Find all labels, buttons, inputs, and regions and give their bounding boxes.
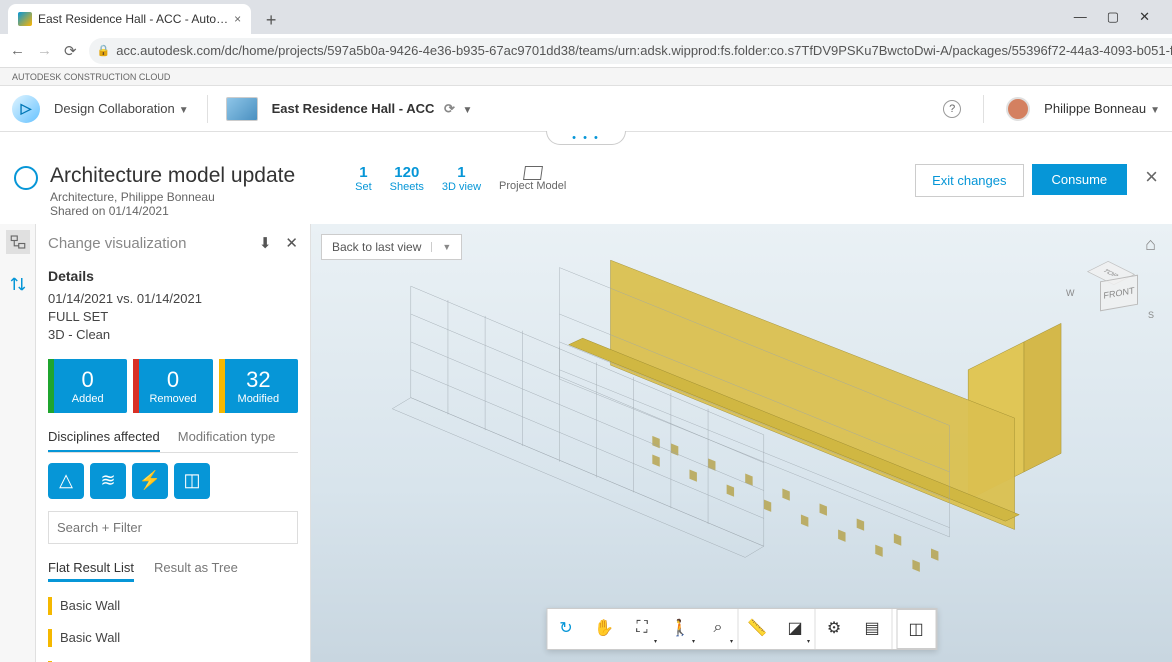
status-circle-icon	[14, 166, 38, 190]
refresh-icon[interactable]: ⟳	[444, 101, 455, 116]
tab-title: East Residence Hall - ACC - Auto…	[38, 12, 228, 26]
browser-tab-strip: East Residence Hall - ACC - Auto… × + — …	[0, 0, 1172, 34]
discipline-icons: △ ≋ ⚡ ◫	[48, 463, 298, 499]
camera-tool-icon[interactable]: ⌕▾	[699, 609, 737, 647]
details-dates: 01/14/2021 vs. 01/14/2021	[48, 290, 298, 308]
viewer-canvas[interactable]: Back to last view ▼ ⌂ TOP FRONT W S	[311, 224, 1172, 662]
close-window-icon[interactable]: ✕	[1139, 9, 1150, 25]
change-panel: Change visualization ⬇ ✕ Details 01/14/2…	[36, 224, 311, 662]
exit-changes-button[interactable]: Exit changes	[915, 164, 1023, 197]
left-rail	[0, 224, 36, 662]
browser-tab[interactable]: East Residence Hall - ACC - Auto… ×	[8, 4, 251, 34]
tool-icon: ▷	[12, 95, 40, 123]
section-tool-icon[interactable]: ◪▾	[776, 609, 814, 647]
removed-card[interactable]: 0 Removed	[133, 359, 212, 413]
autodesk-strip: AUTODESK CONSTRUCTION CLOUD	[0, 68, 1172, 86]
expand-handle[interactable]: • • •	[546, 131, 626, 145]
details-heading: Details	[48, 268, 298, 284]
minimize-icon[interactable]: —	[1074, 9, 1087, 25]
search-filter-input[interactable]	[48, 511, 298, 544]
discipline-arch-icon[interactable]: △	[48, 463, 84, 499]
project-dropdown[interactable]: East Residence Hall - ACC ⟳ ▼	[272, 101, 473, 117]
tab-close-icon[interactable]: ×	[234, 12, 241, 26]
context-bar: ▷ Design Collaboration▼ East Residence H…	[0, 86, 1172, 132]
details-set: FULL SET	[48, 308, 298, 326]
title-subtitle-2: Shared on 01/14/2021	[50, 204, 295, 218]
window-controls: — ▢ ✕	[1060, 9, 1164, 25]
divider	[207, 95, 208, 123]
chevron-down-icon: ▼	[1150, 105, 1160, 116]
subtab-flat[interactable]: Flat Result List	[48, 556, 134, 582]
panel-title: Change visualization	[48, 235, 186, 252]
new-tab-button[interactable]: +	[257, 6, 285, 34]
page-title: Architecture model update	[50, 164, 295, 188]
building-model	[361, 249, 1148, 602]
reload-icon[interactable]: ⟳	[64, 42, 77, 60]
subtab-tree[interactable]: Result as Tree	[154, 556, 238, 582]
main-content: Change visualization ⬇ ✕ Details 01/14/2…	[0, 224, 1172, 662]
back-icon[interactable]: ←	[10, 42, 25, 59]
tab-disciplines[interactable]: Disciplines affected	[48, 423, 160, 452]
result-item[interactable]: Basic Wall	[48, 654, 298, 662]
panel-tabs: Disciplines affected Modification type	[48, 423, 298, 453]
project-thumbnail	[226, 97, 258, 121]
modified-stripe-icon	[48, 629, 52, 647]
stat-set[interactable]: 1 Set	[355, 164, 372, 193]
url-text: acc.autodesk.com/dc/home/projects/597a5b…	[116, 43, 1172, 58]
fit-tool-icon[interactable]: ⛶▾	[623, 609, 661, 647]
panel-header: Change visualization ⬇ ✕	[36, 224, 310, 262]
chevron-down-icon: ▼	[179, 105, 189, 116]
models-tool-icon[interactable]: ▤	[853, 609, 891, 647]
title-bar: Architecture model update Architecture, …	[0, 152, 1172, 224]
walk-tool-icon[interactable]: 🚶▾	[661, 609, 699, 647]
maximize-icon[interactable]: ▢	[1107, 9, 1119, 25]
discipline-other-icon[interactable]: ◫	[174, 463, 210, 499]
settings-tool-icon[interactable]: ⚙	[815, 609, 853, 647]
consume-button[interactable]: Consume	[1032, 164, 1128, 195]
discipline-elec-icon[interactable]: ⚡	[132, 463, 168, 499]
close-icon[interactable]: ✕	[285, 234, 298, 252]
modified-card[interactable]: 32 Modified	[219, 359, 298, 413]
changes-tool-icon[interactable]	[6, 230, 30, 254]
result-item[interactable]: Basic Wall	[48, 622, 298, 654]
results-list: Basic WallBasic WallBasic WallBasic Wall…	[48, 590, 298, 662]
chevron-down-icon: ▼	[463, 105, 473, 116]
orbit-tool-icon[interactable]: ↻	[547, 609, 585, 647]
title-subtitle-1: Architecture, Philippe Bonneau	[50, 190, 295, 204]
viewer-toolbar: ↻ ✋ ⛶▾ 🚶▾ ⌕▾ 📏 ◪▾ ⚙ ▤ ◫	[546, 608, 937, 650]
close-panel-icon[interactable]: ×	[1145, 164, 1158, 190]
lock-icon: 🔒	[97, 44, 111, 57]
expand-pill-row: • • •	[0, 131, 1172, 151]
tool-dropdown[interactable]: Design Collaboration▼	[54, 101, 189, 116]
user-dropdown[interactable]: Philippe Bonneau▼	[1044, 101, 1160, 116]
added-card[interactable]: 0 Added	[48, 359, 127, 413]
stat-sheets[interactable]: 120 Sheets	[390, 164, 424, 193]
pan-tool-icon[interactable]: ✋	[585, 609, 623, 647]
details-view: 3D - Clean	[48, 326, 298, 344]
result-view-tabs: Flat Result List Result as Tree	[48, 556, 298, 582]
favicon-icon	[18, 12, 32, 26]
result-item[interactable]: Basic Wall	[48, 590, 298, 622]
tab-modification-type[interactable]: Modification type	[178, 423, 276, 452]
divider	[983, 95, 984, 123]
forward-icon[interactable]: →	[37, 42, 52, 59]
address-bar: ← → ⟳ 🔒 acc.autodesk.com/dc/home/project…	[0, 34, 1172, 68]
split-view-icon[interactable]: ◫	[897, 610, 935, 648]
url-input[interactable]: 🔒 acc.autodesk.com/dc/home/projects/597a…	[89, 38, 1172, 64]
stats-row: 1 Set 120 Sheets 1 3D view Project Model	[355, 164, 566, 193]
discipline-struct-icon[interactable]: ≋	[90, 463, 126, 499]
model-icon	[523, 166, 543, 180]
autodesk-logo-text: AUTODESK CONSTRUCTION CLOUD	[12, 72, 170, 82]
result-label: Basic Wall	[60, 598, 120, 613]
compare-tool-icon[interactable]	[6, 272, 30, 296]
modified-stripe-icon	[48, 597, 52, 615]
measure-tool-icon[interactable]: 📏	[738, 609, 776, 647]
stat-3dview[interactable]: 1 3D view	[442, 164, 481, 193]
result-label: Basic Wall	[60, 630, 120, 645]
help-icon[interactable]: ?	[943, 100, 961, 118]
download-icon[interactable]: ⬇	[259, 234, 272, 252]
stat-project-model[interactable]: Project Model	[499, 166, 566, 192]
user-avatar-icon[interactable]	[1006, 97, 1030, 121]
count-cards: 0 Added 0 Removed 32 Modified	[48, 359, 298, 413]
